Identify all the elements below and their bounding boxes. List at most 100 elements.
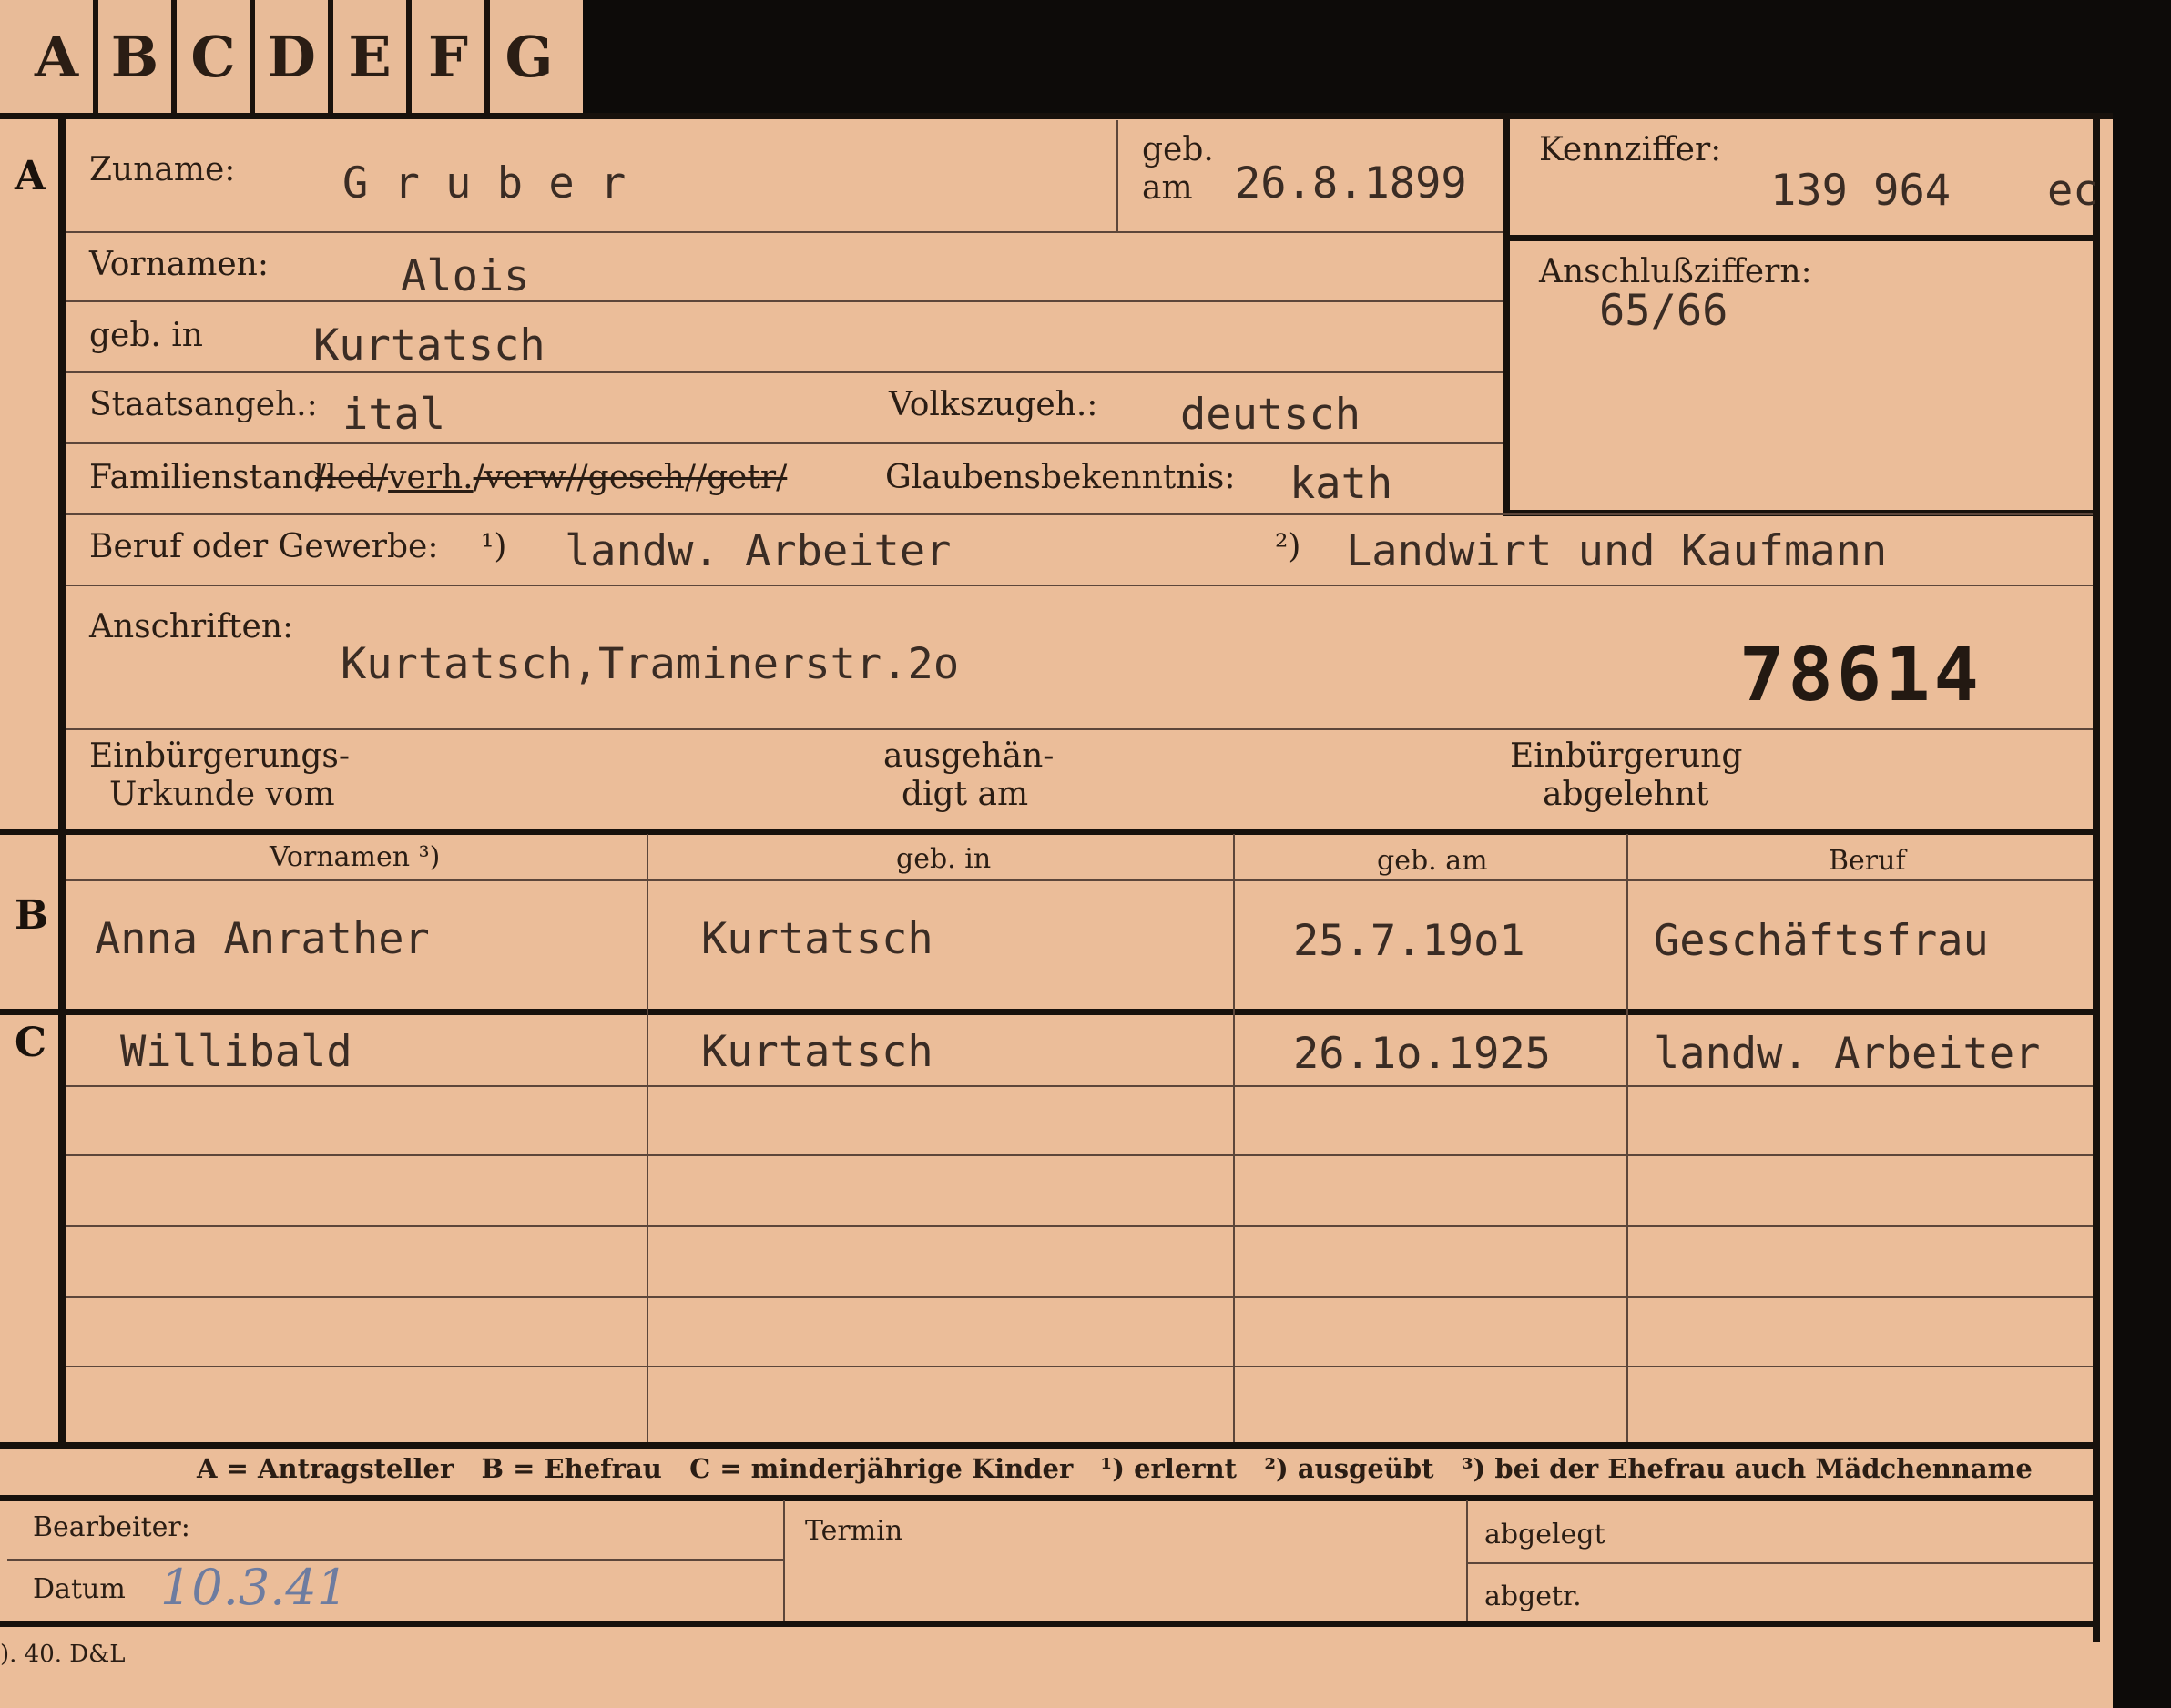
section-label-a: A — [15, 153, 46, 199]
row-line — [66, 585, 2093, 586]
birthplace-label: geb. in — [89, 317, 203, 354]
row-line — [66, 300, 1503, 302]
row-line — [66, 513, 2093, 515]
row-line — [66, 231, 1503, 233]
geb-label: geb. — [1142, 131, 1214, 168]
table-col-divider — [647, 834, 648, 1444]
einbuergerung-urkunde-label-2: Urkunde vom — [109, 776, 335, 813]
datum-label: Datum — [33, 1573, 126, 1605]
volkszugehoerigkeit-label: Volkszugeh.: — [889, 386, 1098, 423]
ausgehaendigt-label-1: ausgehän- — [883, 737, 1055, 775]
tab-strip: A B C D E F G — [0, 0, 583, 113]
familienstand-selected: verh. — [388, 459, 474, 496]
datum-handwritten-value: 10.3.41 — [160, 1559, 349, 1616]
kennziffer-bottom — [1503, 235, 2095, 241]
glaubensbekenntnis-label: Glaubensbekenntnis: — [885, 459, 1236, 496]
table-header-beruf: Beruf — [1829, 845, 1906, 877]
child-beruf: landw. Arbeiter — [1654, 1029, 2041, 1079]
birthplace-value: Kurtatsch — [313, 320, 545, 371]
tab-e[interactable]: E — [333, 0, 412, 113]
table-header-geb-in: geb. in — [896, 843, 992, 875]
bearbeiter-label: Bearbeiter: — [33, 1511, 190, 1543]
beruf-footnote-1: ¹) — [481, 528, 507, 565]
number-stamp: 78614 — [1739, 632, 1982, 718]
abgelegt-label: abgelegt — [1484, 1519, 1605, 1550]
tab-g[interactable]: G — [490, 0, 568, 113]
beruf-practiced-value: Landwirt und Kaufmann — [1346, 526, 1888, 576]
abgetr-label: abgetr. — [1484, 1581, 1582, 1612]
familienstand-label: Familienstand: — [89, 459, 335, 496]
spouse-geb-am: 25.7.19o1 — [1293, 916, 1525, 966]
anschluss-label: Anschlußziffern: — [1539, 253, 1812, 290]
einbuergerung-abgelehnt-label-1: Einbürgerung — [1510, 737, 1743, 775]
vornamen-value: Alois — [401, 251, 530, 301]
table-header-vornamen: Vornamen ³) — [270, 841, 441, 873]
table-col-divider — [1233, 834, 1235, 1444]
anschriften-label: Anschriften: — [89, 608, 294, 646]
surname-value: G r u b e r — [342, 158, 627, 208]
child-geb-in: Kurtatsch — [701, 1027, 933, 1077]
familienstand-gesch-struck: /gesch/ — [576, 459, 696, 496]
familienstand-ledig-struck: /led/ — [315, 459, 389, 496]
tab-d[interactable]: D — [255, 0, 333, 113]
print-mark: ). 40. D&L — [0, 1641, 126, 1668]
footer-divider — [1466, 1500, 1468, 1622]
tab-a[interactable]: A — [20, 0, 98, 113]
spouse-beruf: Geschäftsfrau — [1654, 916, 1989, 966]
section-b-divider — [0, 829, 2100, 835]
table-row-line — [66, 1366, 2093, 1367]
vornamen-label: Vornamen: — [89, 246, 269, 283]
am-label: am — [1142, 169, 1193, 207]
anschrift-value: Kurtatsch,Traminerstr.2o — [341, 639, 960, 689]
staatsangehoerigkeit-label: Staatsangeh.: — [89, 386, 318, 423]
legend-bottom-line — [0, 1495, 2100, 1501]
footer-divider — [783, 1500, 785, 1622]
kennziffer-value: 139 964 — [1770, 166, 1952, 216]
volkszugehoerigkeit-value: deutsch — [1180, 390, 1361, 440]
ausgehaendigt-label-2: digt am — [902, 776, 1029, 813]
surname-label: Zuname: — [89, 151, 236, 188]
bottom-border — [0, 1621, 2100, 1627]
geb-divider — [1116, 120, 1118, 231]
top-border — [0, 113, 2113, 119]
table-row-line — [66, 1154, 2093, 1156]
staatsangehoerigkeit-value: ital — [342, 390, 446, 440]
familienstand-verw-struck: /verw/ — [473, 459, 577, 496]
registration-card: A B C Zuname: G r u b e r geb. am 26.8.1… — [0, 113, 2113, 1708]
tab-c[interactable]: C — [177, 0, 255, 113]
right-border — [2093, 113, 2100, 1642]
beruf-learned-value: landw. Arbeiter — [565, 526, 952, 576]
section-label-b: B — [15, 892, 49, 939]
glaubensbekenntnis-value: kath — [1289, 459, 1393, 509]
table-row-line — [66, 1085, 2093, 1087]
table-header-geb-am: geb. am — [1377, 845, 1488, 877]
legend-text: A = Antragsteller B = Ehefrau C = minder… — [197, 1453, 2033, 1484]
child-geb-am: 26.1o.1925 — [1293, 1029, 1551, 1079]
einbuergerung-abgelehnt-label-2: abgelehnt — [1543, 776, 1709, 813]
birth-date-value: 26.8.1899 — [1235, 158, 1467, 208]
table-col-divider — [1626, 834, 1628, 1444]
familienstand-getr-struck: /getr/ — [695, 459, 788, 496]
kennziffer-divider — [1503, 113, 1510, 513]
spouse-geb-in: Kurtatsch — [701, 914, 933, 964]
section-label-c: C — [15, 1020, 47, 1066]
beruf-footnote-2: ²) — [1275, 528, 1301, 565]
anschluss-value: 65/66 — [1599, 286, 1728, 336]
tab-f[interactable]: F — [412, 0, 490, 113]
footer-line — [7, 1559, 783, 1561]
einbuergerung-urkunde-label-1: Einbürgerungs- — [89, 737, 351, 775]
table-row-line — [66, 1225, 2093, 1227]
beruf-label: Beruf oder Gewerbe: — [89, 528, 439, 565]
row-line — [66, 371, 1503, 373]
footer-line — [1466, 1562, 2093, 1564]
legend-top-line — [0, 1442, 2100, 1449]
section-c-divider — [0, 1009, 2100, 1015]
tab-b[interactable]: B — [98, 0, 177, 113]
row-line — [66, 442, 1503, 444]
spouse-vornamen: Anna Anrather — [95, 914, 430, 964]
section-column-divider — [58, 113, 66, 1442]
kennziffer-suffix: ec — [2047, 166, 2099, 216]
kennziffer-label: Kennziffer: — [1539, 131, 1722, 168]
termin-label: Termin — [805, 1515, 903, 1547]
table-row-line — [66, 1296, 2093, 1298]
